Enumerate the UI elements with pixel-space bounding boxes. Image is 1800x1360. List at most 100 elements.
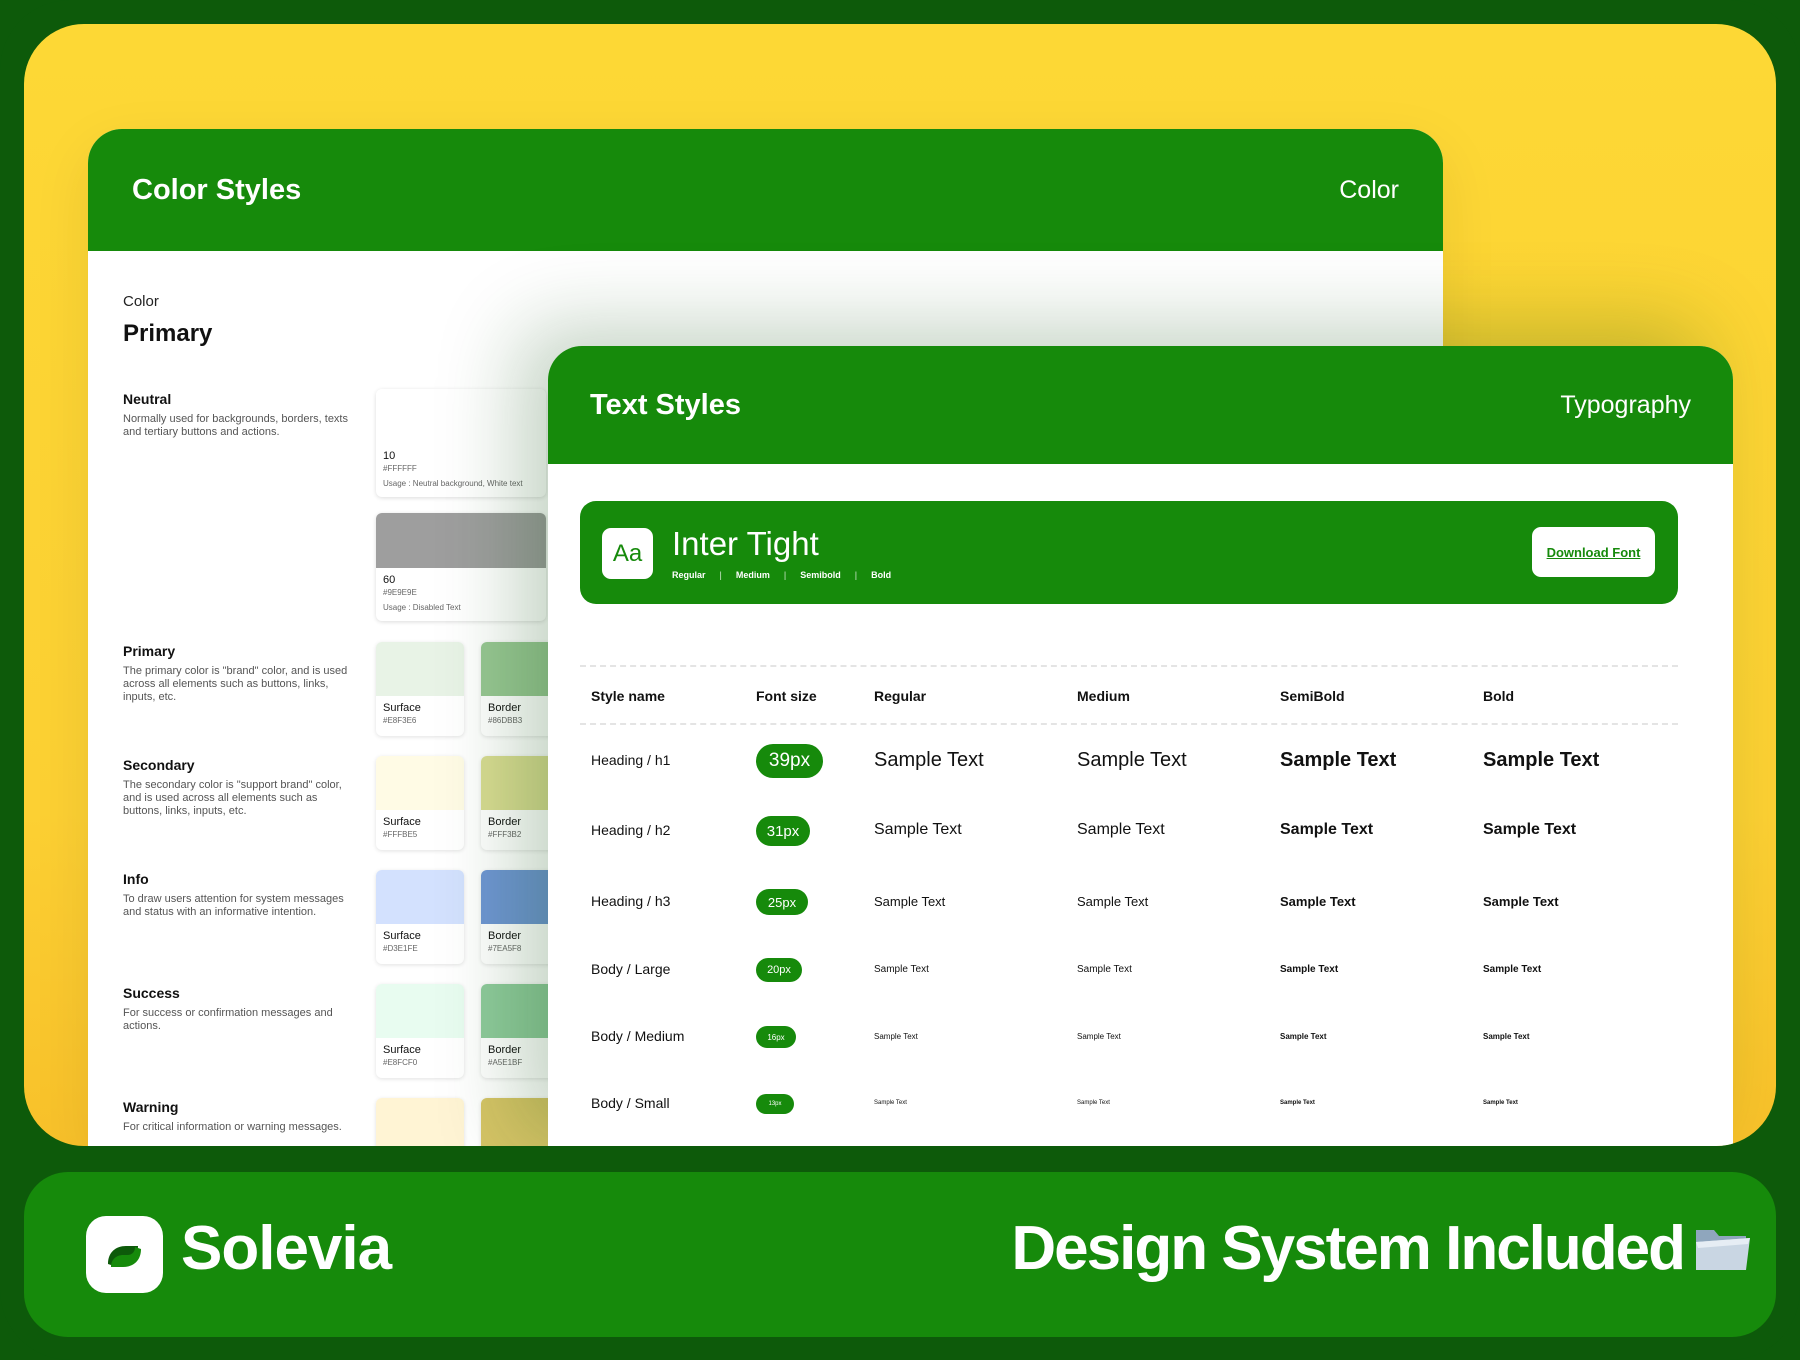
font-banner: Aa Inter Tight Regular | Medium | Semibo…	[580, 501, 1678, 604]
tagline: Design System Included	[1011, 1214, 1686, 1283]
swatch-info-surface[interactable]: Surface #D3E1FE	[376, 870, 464, 964]
sample-text-semibold: Sample Text	[1280, 821, 1374, 839]
header-style-name: Style name	[591, 688, 665, 704]
swatch-hex: #9E9E9E	[383, 588, 417, 597]
group-success: Success For success or confirmation mess…	[123, 985, 348, 1033]
table-divider	[580, 665, 1678, 667]
text-styles-card: Text Styles Typography Aa Inter Tight Re…	[548, 346, 1733, 1146]
sample-text-bold: Sample Text	[1483, 1032, 1530, 1042]
swatch-label: Surface	[383, 1044, 421, 1056]
font-size-pill: 20px	[756, 958, 802, 982]
sample-text-medium: Sample Text	[1077, 748, 1187, 771]
folder-icon	[1692, 1222, 1750, 1276]
swatch-label: Surface	[383, 816, 421, 828]
sample-text-bold: Sample Text	[1483, 1100, 1518, 1107]
swatch-fill	[376, 870, 464, 924]
sample-text-bold: Sample Text	[1483, 963, 1542, 975]
sample-text-medium: Sample Text	[1077, 1032, 1121, 1042]
swatch-fill	[376, 984, 464, 1038]
brand-bar: Solevia Design System Included	[24, 1172, 1776, 1337]
sample-text-medium: Sample Text	[1077, 893, 1149, 909]
swatch-fill	[376, 1098, 464, 1146]
weight-bold: Bold	[871, 570, 892, 580]
group-info: Info To draw users attention for system …	[123, 871, 348, 919]
font-weights: Regular | Medium | Semibold | Bold	[672, 570, 891, 580]
group-description: Normally used for backgrounds, borders, …	[123, 413, 348, 438]
promo-frame: Color Styles Color Color Primary Neutral…	[0, 0, 1800, 1360]
sample-text-regular: Sample Text	[874, 1100, 907, 1107]
font-size-pill: 16px	[756, 1026, 796, 1048]
row-style-name: Heading / h3	[591, 893, 671, 909]
group-name: Secondary	[123, 757, 195, 773]
swatch-hex: #D3E1FE	[383, 944, 418, 953]
sample-text-semibold: Sample Text	[1280, 963, 1339, 975]
swatch-secondary-surface[interactable]: Surface #FFFBE5	[376, 756, 464, 850]
swatch-primary-surface[interactable]: Surface #E8F3E6	[376, 642, 464, 736]
sample-text-regular: Sample Text	[874, 893, 946, 909]
weight-semibold: Semibold	[800, 570, 841, 580]
group-name: Neutral	[123, 391, 172, 407]
header-medium: Medium	[1077, 688, 1130, 704]
group-neutral: Neutral Normally used for backgrounds, b…	[123, 391, 348, 439]
sample-text-semibold: Sample Text	[1280, 1100, 1315, 1107]
weight-regular: Regular	[672, 570, 706, 580]
swatch-hex: #FFFFFF	[383, 464, 417, 473]
weight-separator: |	[783, 570, 787, 580]
swatch-fill	[376, 642, 464, 696]
swatch-usage: Usage : Disabled Text	[383, 603, 461, 612]
swatch-number: 10	[383, 450, 396, 462]
header-regular: Regular	[874, 688, 927, 704]
swatch-fill	[376, 756, 464, 810]
swatch-number: 60	[383, 574, 396, 586]
group-description: The secondary color is "support brand" c…	[123, 779, 342, 817]
color-card-title: Color Styles	[132, 173, 302, 206]
download-font-button[interactable]: Download Font	[1532, 527, 1655, 577]
section-label: Color	[123, 293, 159, 310]
font-aa-icon: Aa	[602, 528, 653, 579]
group-description: To draw users attention for system messa…	[123, 893, 344, 918]
group-warning: Warning For critical information or warn…	[123, 1099, 348, 1134]
brand-name: Solevia	[181, 1214, 392, 1283]
sample-text-bold: Sample Text	[1483, 893, 1559, 909]
header-semibold: SemiBold	[1280, 688, 1345, 704]
group-name: Info	[123, 871, 149, 887]
table-divider	[580, 723, 1678, 725]
font-size-pill: 13px	[756, 1094, 794, 1114]
section-title: Primary	[123, 320, 213, 347]
group-description: The primary color is "brand" color, and …	[123, 665, 348, 703]
weight-separator: |	[719, 570, 722, 580]
swatch-neutral-10[interactable]: 10 #FFFFFF Usage : Neutral background, W…	[376, 389, 546, 497]
swatch-usage: Usage : Neutral background, White text	[383, 479, 523, 488]
weight-medium: Medium	[735, 570, 770, 580]
swatch-neutral-60[interactable]: 60 #9E9E9E Usage : Disabled Text	[376, 513, 546, 621]
font-size-pill: 25px	[756, 889, 808, 915]
color-card-tag: Color	[1339, 175, 1399, 204]
sample-text-semibold: Sample Text	[1280, 893, 1356, 909]
font-size-pill: 39px	[756, 744, 823, 778]
sample-text-semibold: Sample Text	[1280, 1032, 1327, 1042]
swatch-hex: #FFFBE5	[383, 830, 418, 839]
font-name: Inter Tight	[672, 525, 819, 562]
swatch-fill	[376, 513, 546, 568]
text-card-title: Text Styles	[590, 388, 741, 421]
swatch-success-surface[interactable]: Surface #E8FCF0	[376, 984, 464, 1078]
header-font-size: Font size	[756, 688, 817, 704]
sample-text-regular: Sample Text	[874, 821, 962, 839]
text-card-header: Text Styles Typography	[548, 346, 1733, 464]
sample-text-medium: Sample Text	[1077, 1100, 1110, 1107]
text-card-tag: Typography	[1560, 390, 1691, 419]
swatch-hex: #E8FCF0	[383, 1058, 418, 1067]
weight-separator: |	[854, 570, 858, 580]
sample-text-semibold: Sample Text	[1280, 748, 1397, 771]
header-bold: Bold	[1483, 688, 1515, 704]
group-secondary: Secondary The secondary color is "suppor…	[123, 757, 348, 818]
row-style-name: Heading / h1	[591, 752, 671, 768]
swatch-label: Surface	[383, 702, 421, 714]
font-size-pill: 31px	[756, 816, 810, 846]
swatch-warning-surface[interactable]	[376, 1098, 464, 1146]
row-style-name: Body / Large	[591, 961, 671, 977]
group-name: Primary	[123, 643, 176, 659]
sample-text-bold: Sample Text	[1483, 748, 1600, 771]
row-style-name: Body / Small	[591, 1095, 670, 1111]
row-style-name: Heading / h2	[591, 822, 671, 838]
